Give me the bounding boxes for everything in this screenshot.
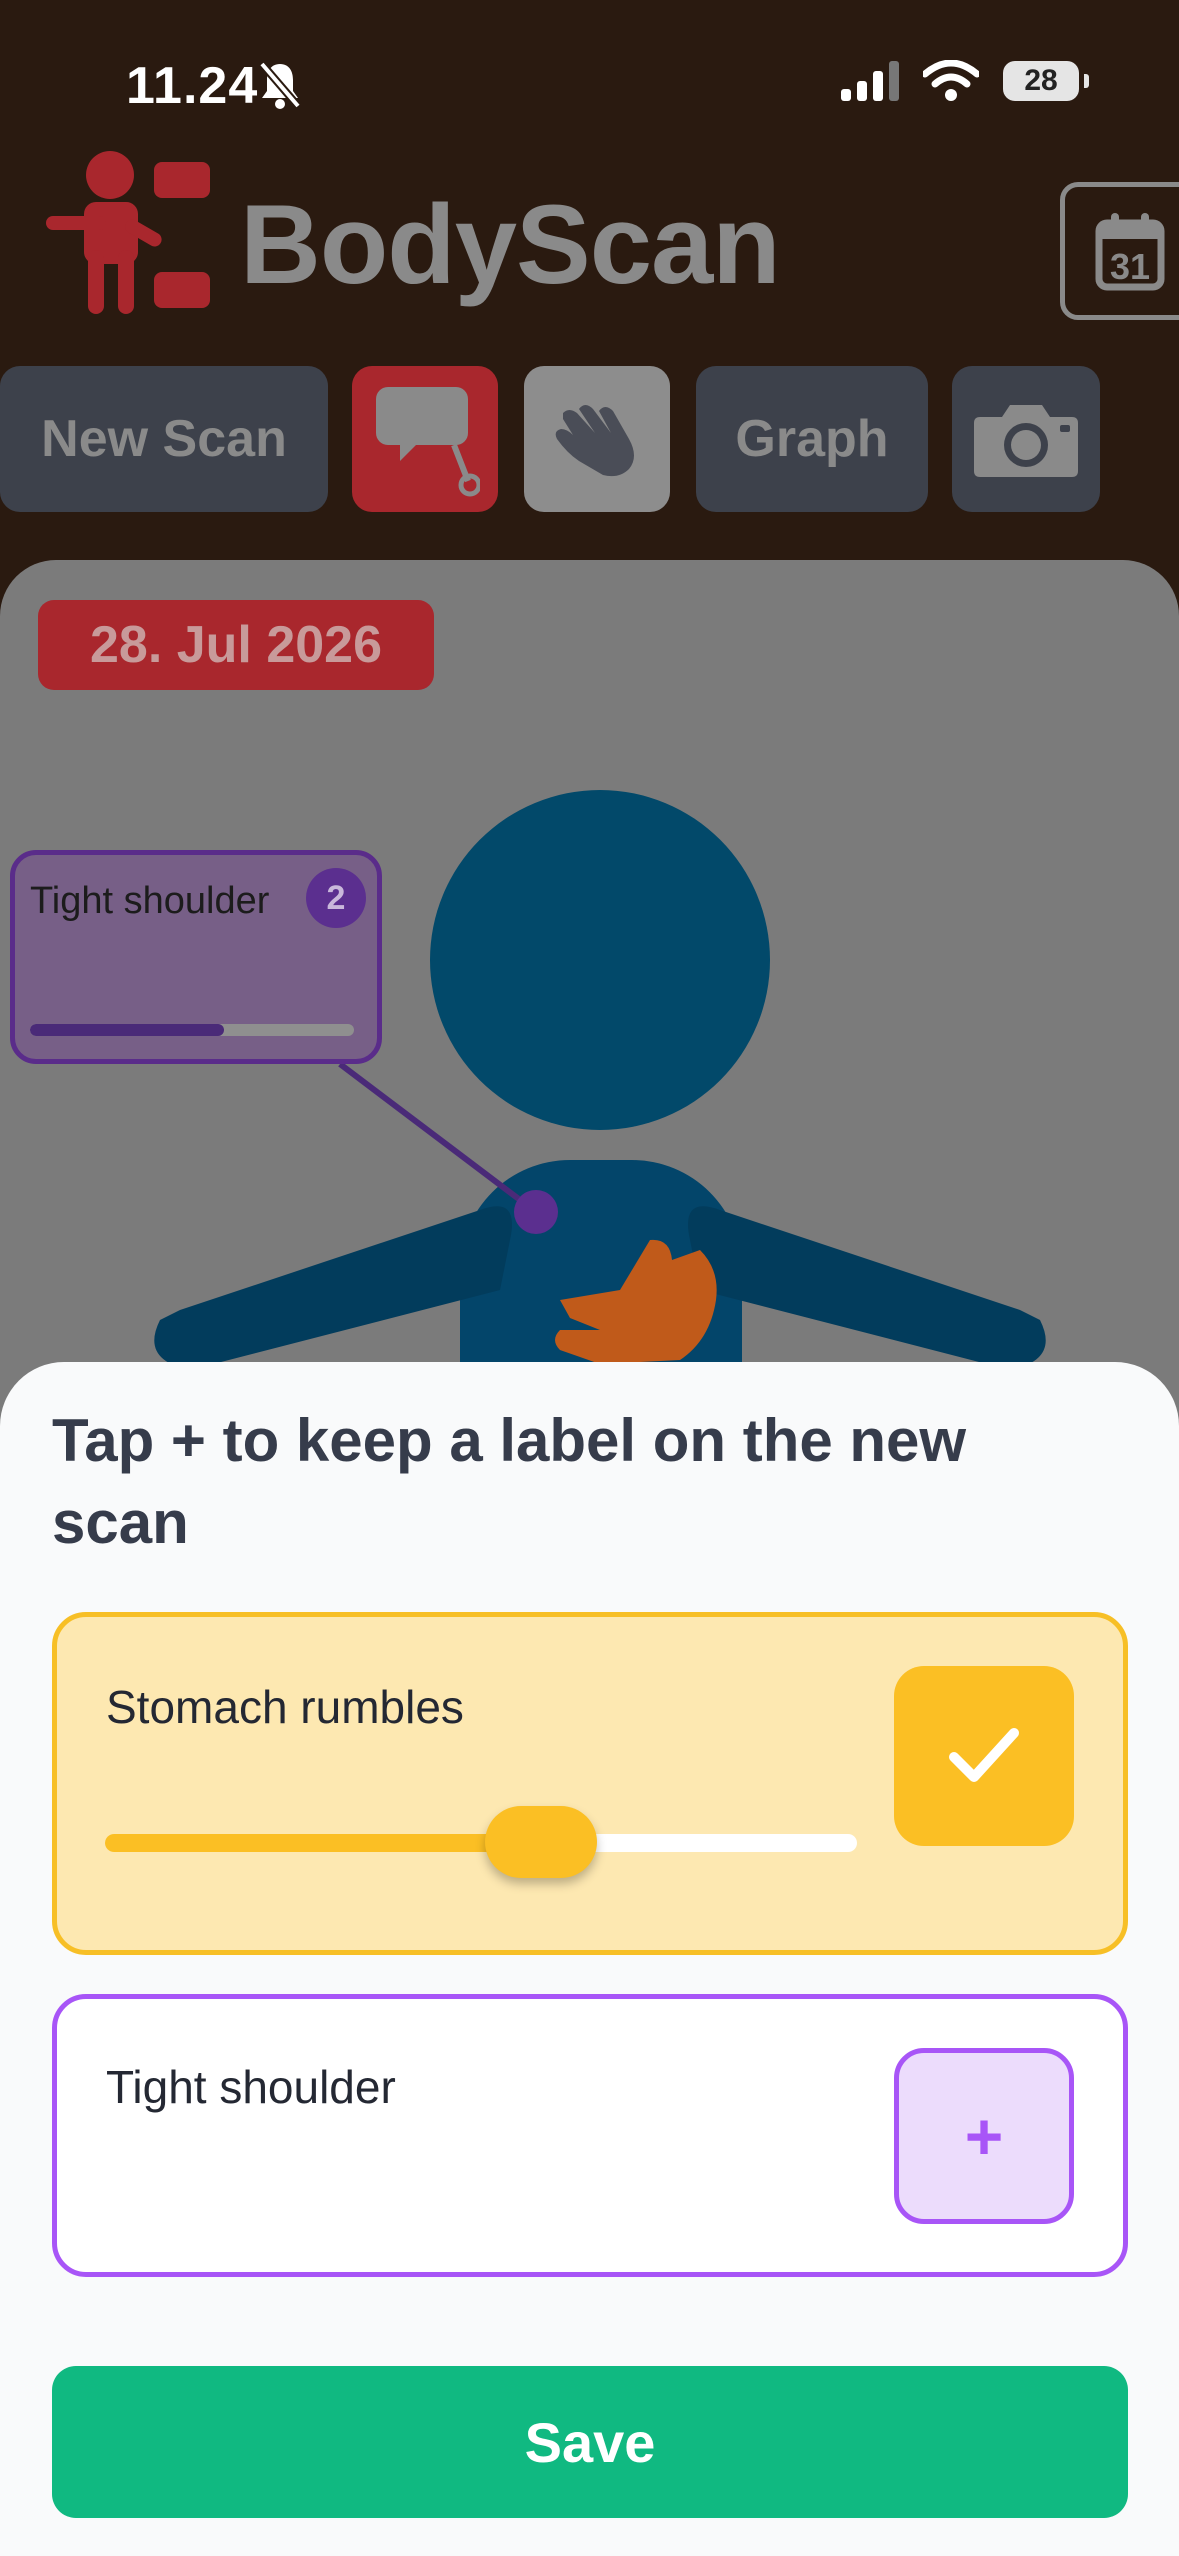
bell-slash-icon <box>258 60 302 115</box>
calendar-day: 31 <box>1110 246 1150 287</box>
label-bubble-intensity-fill <box>30 1024 225 1036</box>
battery-indicator: 28 <box>1003 61 1089 101</box>
camera-button[interactable] <box>952 366 1100 512</box>
graph-button[interactable]: Graph <box>696 366 928 512</box>
intensity-slider-thumb[interactable] <box>485 1806 598 1878</box>
camera-icon <box>974 405 1078 477</box>
save-button[interactable]: Save <box>52 2366 1128 2518</box>
cellular-signal-icon <box>841 61 899 101</box>
intensity-slider[interactable] <box>105 1834 857 1852</box>
label-bubble-text: Tight shoulder <box>30 880 270 922</box>
touch-tool-button[interactable] <box>524 366 670 512</box>
calendar-icon: 31 <box>1095 213 1165 291</box>
label-tool-button[interactable] <box>352 366 498 512</box>
new-scan-button[interactable]: New Scan <box>0 366 328 512</box>
calendar-button[interactable]: 31 <box>1060 182 1179 320</box>
label-bubble-intensity-bar <box>30 1024 354 1036</box>
app-title: BodyScan <box>240 182 781 307</box>
app-logo-icon <box>44 150 219 320</box>
label-card-name: Stomach rumbles <box>106 1681 464 1733</box>
plus-icon: + <box>964 2099 1004 2173</box>
checkmark-icon <box>949 1728 1019 1782</box>
label-card-name: Tight shoulder <box>106 2061 396 2113</box>
speech-bubble-pin-icon <box>376 387 480 497</box>
keep-label-toggle-checked[interactable] <box>894 1666 1074 1846</box>
graph-label: Graph <box>735 410 889 468</box>
keep-label-add-button[interactable]: + <box>894 2048 1074 2224</box>
status-indicators: 28 <box>841 60 1089 102</box>
label-bubble-count-badge: 2 <box>306 868 366 928</box>
new-scan-label: New Scan <box>41 410 287 468</box>
status-time: 11.24 <box>126 57 259 115</box>
sheet-title: Tap + to keep a label on the new scan <box>52 1407 967 1556</box>
scan-date-badge: 28. Jul 2026 <box>38 600 434 690</box>
intensity-slider-fill <box>105 1834 542 1852</box>
wifi-icon <box>923 60 979 101</box>
hand-icon <box>555 405 634 477</box>
